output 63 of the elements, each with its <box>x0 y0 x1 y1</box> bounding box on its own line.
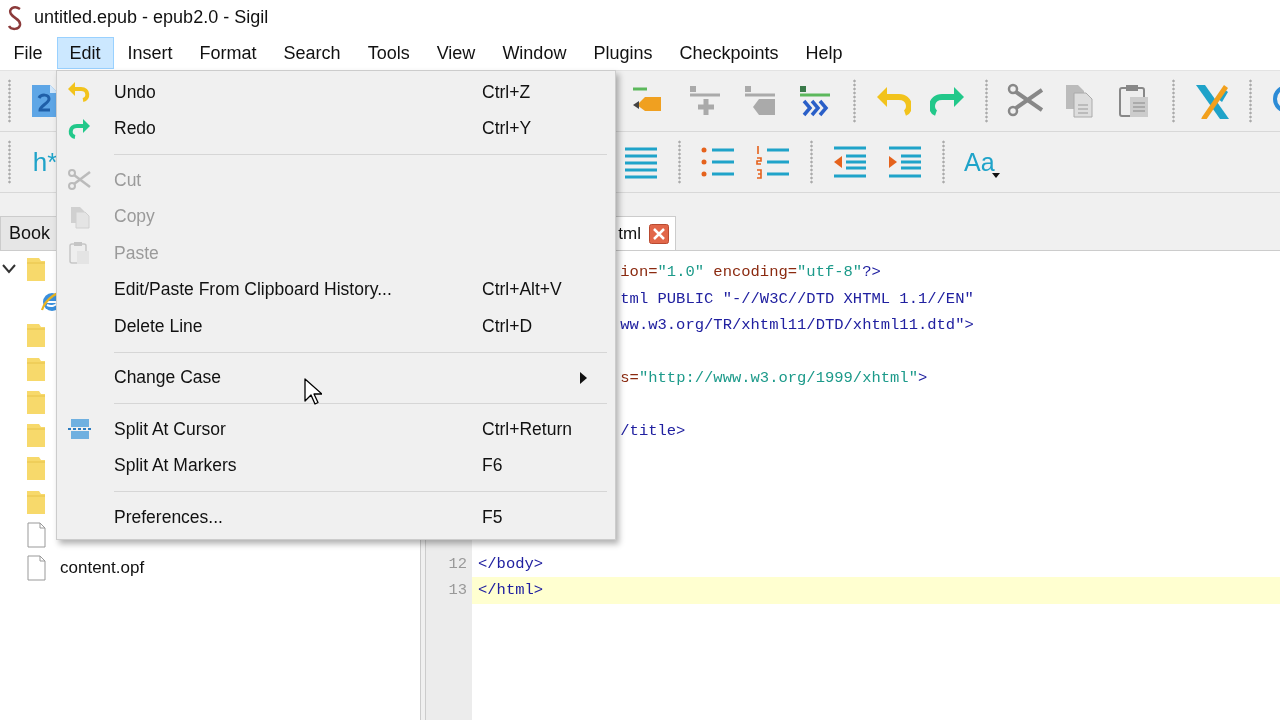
shortcut-label: Ctrl+Alt+V <box>482 279 563 301</box>
file-icon[interactable] <box>26 522 46 548</box>
menu-bar-item[interactable]: Edit <box>56 36 114 69</box>
file-name[interactable]: content.opf <box>60 558 145 579</box>
folder-icon[interactable] <box>26 455 46 482</box>
line-number: 12 <box>448 554 467 573</box>
code-line: s="http://www.w3.org/1999/xhtml"> <box>620 369 928 388</box>
menu-bar-item[interactable]: Format <box>186 36 270 69</box>
menu-bar-item[interactable]: Plugins <box>580 36 666 69</box>
redo-icon <box>66 116 91 141</box>
folder-icon[interactable] <box>26 322 46 349</box>
line-number: 13 <box>448 581 467 600</box>
folder-icon[interactable] <box>26 488 46 515</box>
shortcut-label: F5 <box>482 506 504 528</box>
menu-item[interactable]: Split At Cursor Ctrl+Return <box>57 411 615 448</box>
menu-bar-item[interactable]: Help <box>792 36 856 69</box>
menu-item[interactable]: Undo Ctrl+Z <box>57 74 615 111</box>
shortcut-label: Ctrl+Return <box>482 418 573 440</box>
code-line: ww.w3.org/TR/xhtml11/DTD/xhtml11.dtd"> <box>620 316 974 335</box>
menu-bar-item[interactable]: View <box>423 36 489 69</box>
menu-bar-item[interactable]: Checkpoints <box>666 36 792 69</box>
tab-label[interactable]: tml <box>618 223 641 244</box>
folder-icon[interactable] <box>26 355 46 382</box>
menu-item[interactable]: Delete Line Ctrl+D <box>57 308 615 345</box>
code-line: /title> <box>620 422 686 441</box>
menu-bar-item[interactable]: File <box>0 36 56 69</box>
code-line: </html> <box>478 581 544 600</box>
file-icon[interactable] <box>26 555 46 582</box>
cut-icon[interactable] <box>1007 83 1043 119</box>
window-title: untitled.epub - epub2.0 - Sigil <box>34 7 269 28</box>
app-logo-icon <box>6 4 24 31</box>
menu-item[interactable]: Change Case <box>57 359 615 396</box>
code-line: </body> <box>478 554 544 573</box>
paste-icon <box>66 241 91 266</box>
indent-icon[interactable] <box>887 144 923 180</box>
caret-icon[interactable] <box>991 172 1000 178</box>
chevron-icon[interactable] <box>2 263 16 274</box>
close-icon[interactable] <box>649 223 669 244</box>
mouse-pointer-icon <box>304 378 322 406</box>
menu-item[interactable]: Preferences... F5 <box>57 499 615 536</box>
menu-bar-item[interactable]: Window <box>489 36 580 69</box>
cut-icon <box>66 168 91 193</box>
outdent-icon[interactable] <box>832 144 868 180</box>
x-pencil-icon[interactable] <box>1194 83 1230 119</box>
folder-icon[interactable] <box>26 422 46 449</box>
code-line: ion="1.0" encoding="utf-8"?> <box>620 263 881 282</box>
shortcut-label: Ctrl+Y <box>482 118 533 140</box>
code-line: tml PUBLIC "-//W3C//DTD XHTML 1.1//EN" <box>620 289 974 308</box>
folder-icon[interactable] <box>26 255 46 282</box>
shortcut-label: Ctrl+D <box>482 315 534 337</box>
menu-item[interactable]: Edit/Paste From Clipboard History... Ctrl+Alt+V <box>57 271 615 308</box>
shortcut-label: Ctrl+Z <box>482 81 532 103</box>
undo-icon <box>66 80 91 105</box>
submenu-arrow-icon <box>580 371 587 384</box>
folder-icon[interactable] <box>26 388 46 415</box>
menu-bar-item[interactable]: Insert <box>114 36 186 69</box>
menu-item[interactable]: Split At Markers F6 <box>57 447 615 484</box>
shortcut-label: F6 <box>482 455 504 477</box>
split-icon <box>66 417 91 442</box>
menu-bar-item[interactable]: Tools <box>354 36 423 69</box>
menu-bar-item[interactable]: Search <box>270 36 354 69</box>
menu-item[interactable]: Redo Ctrl+Y <box>57 110 615 147</box>
numbered-list-icon[interactable] <box>755 144 791 180</box>
